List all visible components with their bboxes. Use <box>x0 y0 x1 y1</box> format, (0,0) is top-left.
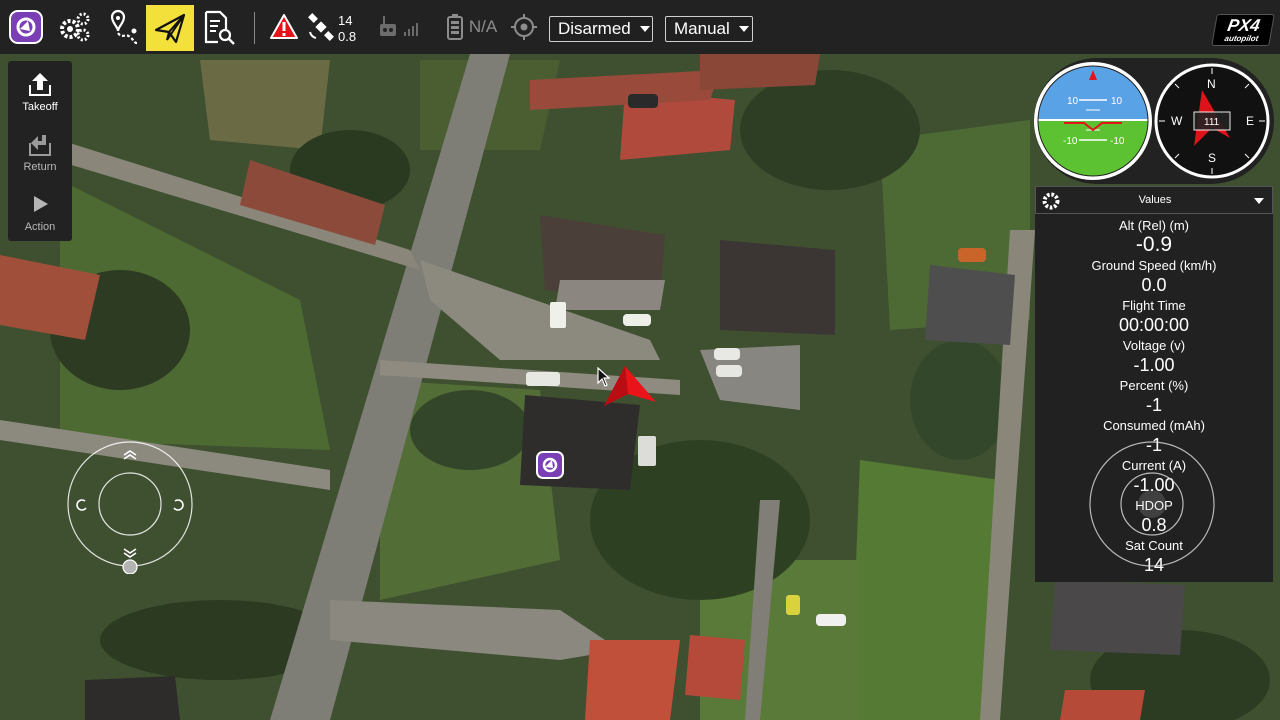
value-reading: -1 <box>1145 395 1162 415</box>
value-reading: -1.00 <box>1133 475 1175 495</box>
value-reading: 0.8 <box>1141 515 1167 535</box>
flight-mode-dropdown[interactable]: Manual <box>665 16 753 42</box>
value-reading: 14 <box>1143 555 1165 575</box>
value-label: Sat Count <box>1125 538 1183 553</box>
compass-east: E <box>1246 114 1254 128</box>
battery-indicator[interactable]: N/A <box>440 4 504 50</box>
value-label: Consumed (mAh) <box>1103 418 1205 433</box>
value-reading: 0.0 <box>1141 275 1167 295</box>
battery-icon <box>446 14 463 40</box>
compass-west: W <box>1171 114 1183 128</box>
settings-button[interactable] <box>52 4 96 50</box>
compass-south: S <box>1208 151 1216 165</box>
top-toolbar: 14 0.8 N/A Disarmed Manual PX4 autopilot <box>0 0 1280 54</box>
play-icon <box>34 196 48 212</box>
value-label: Voltage (v) <box>1122 338 1186 353</box>
gimbal-target-indicator[interactable] <box>508 4 540 50</box>
arm-state-dropdown[interactable]: Disarmed <box>549 16 653 42</box>
compass: N E S W 111 <box>1154 63 1270 179</box>
battery-status: N/A <box>468 17 498 36</box>
gears-icon <box>60 12 90 42</box>
attitude-indicator: 10 10 -10 -10 <box>1034 62 1152 180</box>
px4-logo-sub: autopilot <box>1223 34 1260 43</box>
value-reading: -1.00 <box>1133 355 1175 375</box>
heading-value: 111 <box>1204 117 1220 128</box>
value-label: Percent (%) <box>1119 378 1189 393</box>
pitch-label: 10 <box>1111 96 1123 107</box>
arm-state-label: Disarmed <box>558 19 631 38</box>
plan-view-button[interactable] <box>100 4 144 50</box>
value-label: Current (A) <box>1121 458 1187 473</box>
gps-indicator[interactable]: 14 0.8 <box>306 4 366 50</box>
mouse-cursor-icon <box>597 367 611 387</box>
px4-logo: PX4 autopilot <box>1211 14 1275 46</box>
value-reading: 00:00:00 <box>1118 315 1190 335</box>
return-button[interactable]: Return <box>8 121 72 179</box>
value-label: Ground Speed (km/h) <box>1091 258 1217 273</box>
return-label: Return <box>23 161 57 173</box>
value-reading: -0.9 <box>1135 233 1173 256</box>
gps-hdop: 0.8 <box>338 29 357 44</box>
values-list: Alt (Rel) (m) -0.9 Ground Speed (km/h) 0… <box>1035 218 1273 578</box>
value-row: Voltage (v) -1.00 <box>1035 338 1273 378</box>
chevron-up-icon <box>123 450 137 460</box>
chevron-down-icon <box>738 26 749 32</box>
value-row: Current (A) -1.00 <box>1035 458 1273 498</box>
flight-instruments: 10 10 -10 -10 N E S W 111 <box>1034 58 1274 184</box>
values-panel: Values Alt (Rel) (m) -0.9 Ground Speed (… <box>1035 186 1273 582</box>
qgc-menu-button[interactable] <box>4 4 48 50</box>
pitch-label: -10 <box>1110 136 1125 147</box>
chevron-down-icon <box>123 548 137 558</box>
paper-plane-icon <box>154 13 186 44</box>
crosshair-icon <box>511 14 537 40</box>
action-button[interactable]: Action <box>8 181 72 239</box>
compass-north: N <box>1207 77 1216 91</box>
fly-tool-strip: Takeoff Return Action <box>8 61 72 241</box>
rotate-right-icon <box>173 499 184 511</box>
gps-satellite-count: 14 <box>338 13 353 28</box>
plan-route-icon <box>110 9 138 45</box>
value-row: Ground Speed (km/h) 0.0 <box>1035 258 1273 298</box>
flight-mode-label: Manual <box>674 19 730 38</box>
value-row: Consumed (mAh) -1 <box>1035 418 1273 458</box>
qgc-logo-icon <box>9 10 43 44</box>
satellite-icon <box>308 13 334 41</box>
value-label: Alt (Rel) (m) <box>1118 218 1190 233</box>
vehicle-messages-indicator[interactable] <box>266 4 302 50</box>
toolbar-divider <box>254 12 255 44</box>
takeoff-label: Takeoff <box>22 101 58 113</box>
rc-transmitter-icon <box>380 16 418 36</box>
document-search-icon <box>204 10 235 45</box>
value-row: Flight Time 00:00:00 <box>1035 298 1273 338</box>
rotate-left-icon <box>76 499 87 511</box>
value-row: Percent (%) -1 <box>1035 378 1273 418</box>
pitch-label: 10 <box>1067 96 1079 107</box>
home-position-marker[interactable] <box>536 451 564 479</box>
px4-logo-brand: PX4 <box>1226 16 1262 35</box>
action-label: Action <box>24 221 56 233</box>
return-icon <box>29 135 51 156</box>
fly-view-button[interactable] <box>146 5 194 51</box>
value-row: Alt (Rel) (m) -0.9 <box>1035 218 1273 258</box>
virtual-joystick[interactable] <box>66 440 194 574</box>
pitch-label: -10 <box>1063 136 1078 147</box>
value-reading: -1 <box>1145 435 1162 455</box>
chevron-down-icon[interactable] <box>1254 198 1264 204</box>
joystick-thumb[interactable] <box>122 559 138 574</box>
value-label: Flight Time <box>1122 298 1186 313</box>
analyze-button[interactable] <box>196 4 240 50</box>
value-label: HDOP <box>1135 498 1173 513</box>
values-panel-header[interactable]: Values <box>1035 186 1273 214</box>
rc-rssi-indicator[interactable] <box>372 4 428 50</box>
takeoff-icon <box>29 73 51 96</box>
value-row: Sat Count 14 <box>1035 538 1273 578</box>
value-row: HDOP 0.8 <box>1035 498 1273 538</box>
chevron-down-icon <box>639 26 650 32</box>
values-panel-title: Values <box>1138 194 1172 206</box>
takeoff-button[interactable]: Takeoff <box>8 61 72 119</box>
warning-icon <box>270 14 298 39</box>
